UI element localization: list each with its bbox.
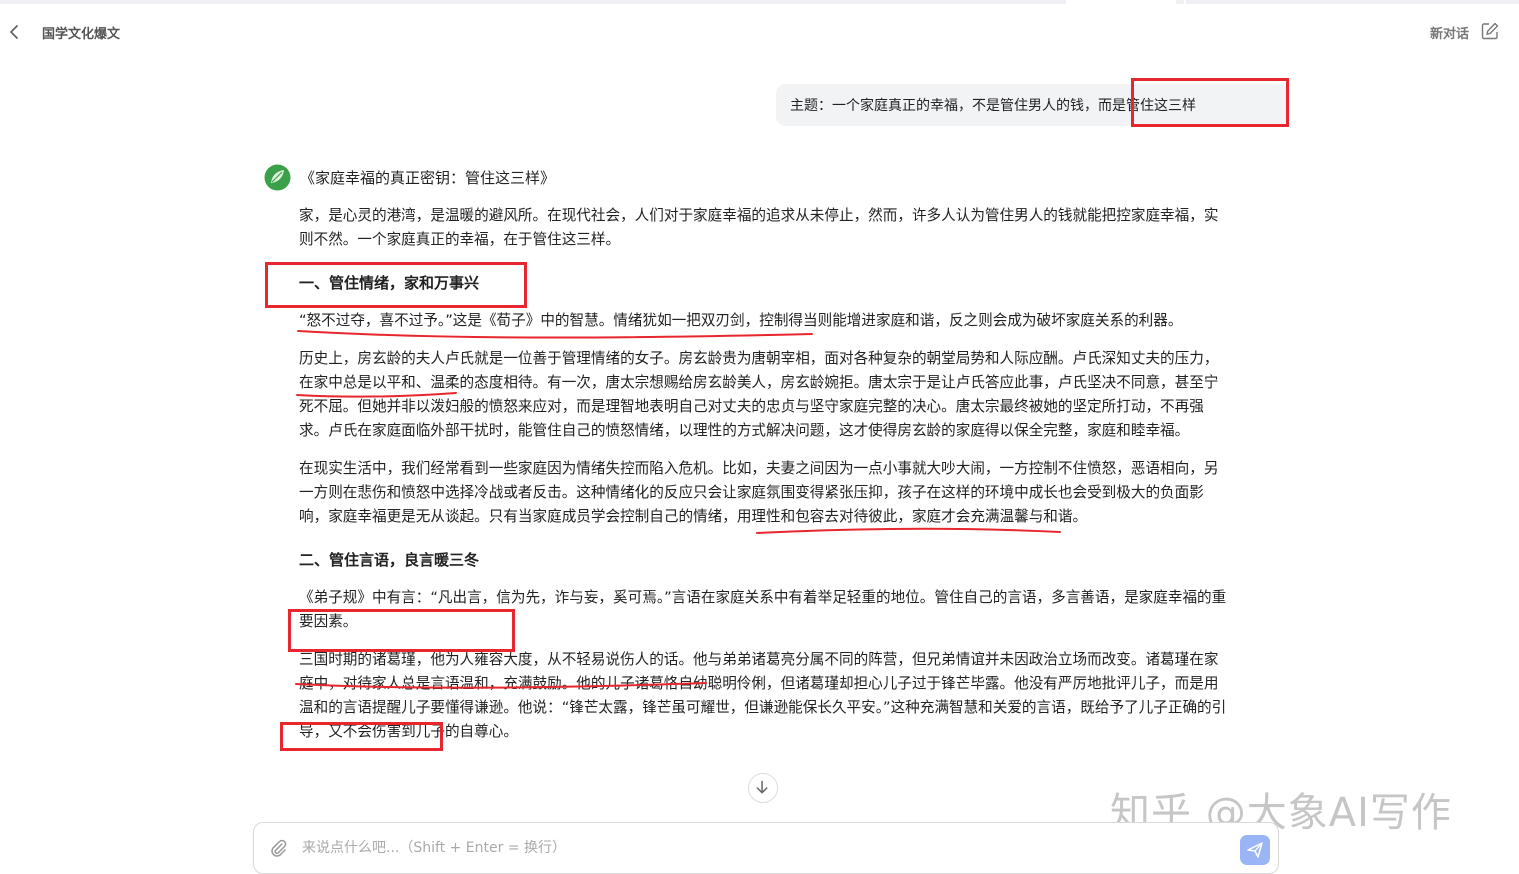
- send-icon: [1247, 842, 1263, 858]
- edit-icon[interactable]: [1481, 22, 1499, 40]
- section1-paragraph-2: 历史上，房玄龄的夫人卢氏就是一位善于管理情绪的女子。房玄龄贵为唐朝宰相，面对各种…: [299, 350, 1219, 439]
- user-message-text: 主题：一个家庭真正的幸福，不是管住男人的钱，: [790, 98, 1098, 114]
- top-strip: [0, 0, 1519, 4]
- section2-paragraph-2: 三国时期的诸葛瑾，他为人雍容大度，从不轻易说伤人的话。他与弟弟诸葛亮分属不同的阵…: [299, 651, 1227, 740]
- section-heading-1: 一、管住情绪，家和万事兴: [299, 274, 480, 292]
- section1-paragraph-1: “怒不过夺，喜不过予。”这是《荀子》中的智慧。情绪犹如一把双刃剑，控制得当则能增…: [299, 312, 1183, 329]
- chevron-left-icon[interactable]: [6, 22, 24, 42]
- assistant-reply: 家，是心灵的港湾，是温暖的避风所。在现代社会，人们对于家庭幸福的追求从未停止，然…: [299, 204, 1229, 808]
- send-button[interactable]: [1240, 835, 1270, 865]
- app-logo-icon: [264, 164, 291, 191]
- section2-paragraph-1: 《弟子规》中有言：“凡出言，信为先，诈与妄，奚可焉。”言语在家庭关系中有着举足轻…: [299, 589, 1227, 630]
- section-heading-2: 二、管住言语，良言暖三冬: [299, 551, 480, 569]
- user-message-highlight: 而是管住这三样: [1098, 98, 1196, 114]
- arrow-down-icon: [756, 780, 768, 794]
- reply-title: 《家庭幸福的真正密钥：管住这三样》: [300, 169, 556, 187]
- user-message-bubble: 主题：一个家庭真正的幸福，不是管住男人的钱，而是管住这三样: [776, 84, 1288, 126]
- chat-input-area: [253, 822, 1279, 874]
- paperclip-icon[interactable]: [268, 838, 288, 858]
- chat-input[interactable]: [300, 833, 1204, 863]
- section1-paragraph-3: 在现实生活中，我们经常看到一些家庭因为情绪失控而陷入危机。比如，夫妻之间因为一点…: [299, 460, 1219, 525]
- header-bar: 国学文化爆文 新对话: [0, 14, 1519, 50]
- page-title: 国学文化爆文: [42, 27, 121, 42]
- new-chat-button[interactable]: 新对话: [1430, 23, 1469, 42]
- reply-intro: 家，是心灵的港湾，是温暖的避风所。在现代社会，人们对于家庭幸福的追求从未停止，然…: [299, 207, 1219, 248]
- scroll-to-bottom-button[interactable]: [748, 773, 778, 803]
